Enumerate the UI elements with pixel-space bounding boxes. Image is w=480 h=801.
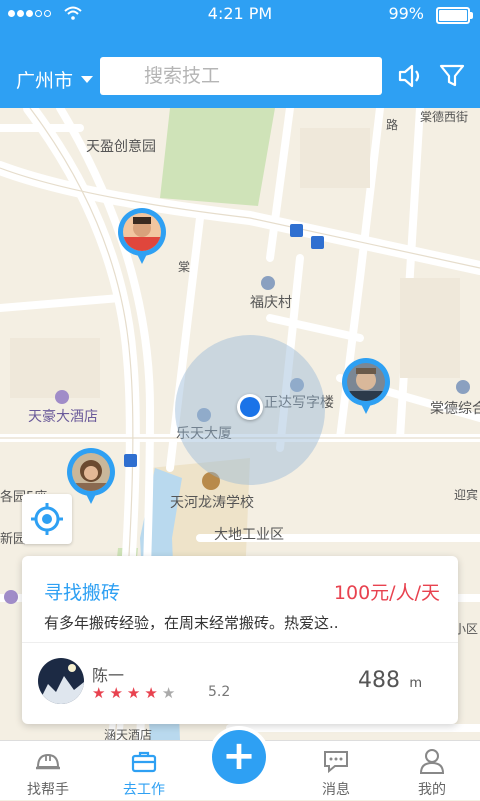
worker-pin[interactable] — [342, 358, 390, 418]
bus-stop-icon — [311, 236, 324, 249]
briefcase-icon — [131, 751, 157, 773]
map-label: 福庆村 — [250, 295, 292, 311]
city-selector[interactable]: 广州市 — [16, 66, 94, 93]
worker-avatar — [123, 213, 161, 251]
battery-percentage: 99% — [388, 4, 424, 23]
add-button[interactable]: + — [212, 730, 266, 784]
worker-name: 陈一 — [92, 666, 125, 685]
plus-icon: + — [222, 733, 256, 779]
top-bar: 广州市 搜索技工 — [0, 28, 480, 108]
tab-label: 找帮手 — [27, 782, 69, 798]
worker-avatar — [347, 363, 385, 401]
village-icon — [261, 276, 275, 290]
tab-label: 我的 — [418, 782, 446, 798]
tab-go-work[interactable]: 去工作 — [96, 741, 192, 801]
search-input[interactable]: 搜索技工 — [100, 57, 382, 95]
map-label: 路 — [386, 118, 399, 132]
star-filled-icon: ★ — [144, 684, 162, 702]
distance-unit: m — [409, 676, 422, 691]
tab-find-helper[interactable]: 找帮手 — [0, 741, 96, 801]
map-label: 天豪大酒店 — [28, 409, 98, 425]
city-label: 广州市 — [16, 70, 74, 92]
star-rating: ★★★★★ — [92, 684, 179, 702]
speaker-icon[interactable] — [396, 62, 424, 90]
status-bar: 4:21 PM 99% — [0, 0, 480, 28]
map-label: 迎宾 — [454, 488, 479, 502]
map-label: 涵天酒店 — [104, 728, 153, 740]
job-card[interactable]: 寻找搬砖 100元/人/天 有多年搬砖经验，在周末经常搬砖。热爱这.. 陈一 ★… — [22, 556, 458, 724]
current-location-marker — [237, 394, 263, 420]
map-label: 天盈创意园 — [86, 139, 156, 155]
hotel-icon — [55, 390, 69, 404]
map-label: 棠 — [178, 260, 191, 274]
card-divider — [22, 642, 458, 643]
star-filled-icon: ★ — [92, 684, 110, 702]
building-icon — [456, 380, 470, 394]
map-label: 棠德西街 — [420, 110, 469, 124]
filter-icon[interactable] — [438, 62, 466, 90]
star-filled-icon: ★ — [109, 684, 127, 702]
crosshair-icon — [31, 503, 63, 535]
job-price: 100元/人/天 — [333, 582, 440, 604]
tab-messages[interactable]: 消息 — [288, 741, 384, 801]
job-title: 寻找搬砖 — [44, 582, 121, 604]
star-filled-icon: ★ — [126, 684, 145, 702]
hard-hat-icon — [36, 753, 60, 770]
tab-label: 去工作 — [123, 782, 165, 798]
hotel-icon — [4, 590, 18, 604]
bus-stop-icon — [290, 224, 303, 237]
bus-stop-icon — [124, 454, 137, 467]
rating-value: 5.2 — [208, 684, 231, 700]
worker-pin[interactable] — [118, 208, 166, 268]
tab-label: 消息 — [322, 782, 350, 798]
message-icon — [324, 751, 348, 774]
map-label: 棠德综合 — [430, 401, 480, 417]
map-label: 天河龙涛学校 — [170, 495, 254, 511]
user-icon — [419, 749, 445, 774]
worker-pin[interactable] — [67, 448, 115, 508]
avatar[interactable] — [38, 658, 84, 704]
job-description: 有多年搬砖经验，在周末经常搬砖。热爱这.. — [44, 614, 339, 632]
tab-mine[interactable]: 我的 — [384, 741, 480, 801]
locate-me-button[interactable] — [22, 494, 72, 544]
distance-value: 488 — [358, 668, 400, 693]
star-empty-icon: ★ — [161, 684, 180, 702]
chevron-down-icon — [81, 76, 94, 83]
map-label: 大地工业区 — [214, 527, 284, 543]
worker-avatar — [72, 453, 110, 491]
battery-icon — [436, 7, 473, 24]
